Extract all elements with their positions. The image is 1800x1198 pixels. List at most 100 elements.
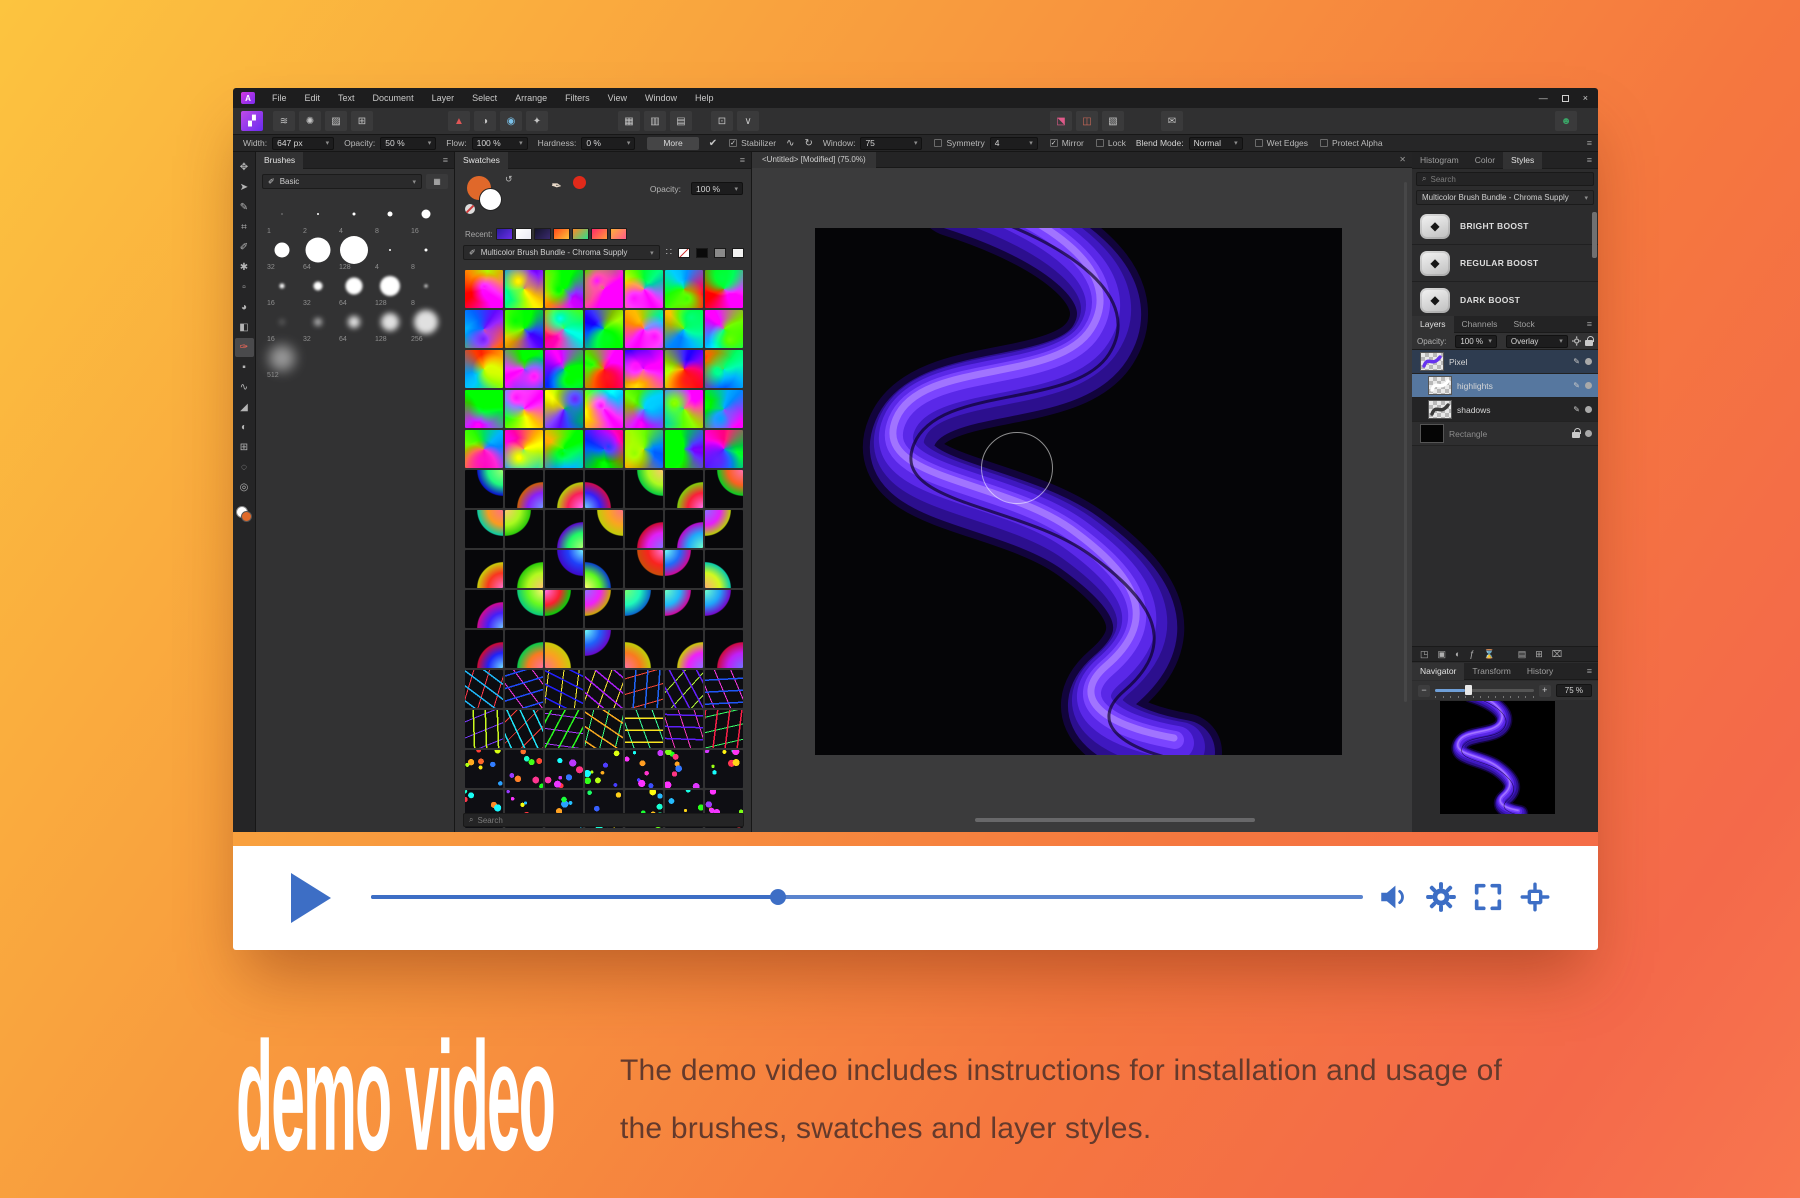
brush-item[interactable]: 64 [336,272,372,308]
view-hand-tool[interactable]: ✥ [235,158,254,177]
maximize-button[interactable] [1562,95,1569,102]
tab-color[interactable]: Color [1467,152,1503,169]
brush-swatch-thumbnail[interactable] [625,270,663,308]
brush-swatch-thumbnail[interactable] [585,670,623,708]
brushes-panel-menu-icon[interactable]: ≡ [443,155,454,165]
brush-swatch-thumbnail[interactable] [465,510,503,548]
brush-item[interactable] [372,344,408,380]
swatch-search-input[interactable] [477,816,738,825]
swatch-view-grid-icon[interactable]: ∷ [666,247,672,258]
style-item[interactable]: ◆BRIGHT BOOST [1412,208,1598,245]
snap-object-icon[interactable]: ▤ [670,111,692,131]
mask-icon[interactable]: ▣ [1438,649,1447,660]
brush-item[interactable]: 128 [372,308,408,344]
vector-brush-tool[interactable]: ✐ [235,238,254,257]
brush-swatch-thumbnail[interactable] [625,750,663,788]
brush-swatch-thumbnail[interactable] [585,310,623,348]
navigator-preview[interactable] [1440,701,1555,814]
tab-styles[interactable]: Styles [1503,152,1542,169]
export-icon[interactable]: ⊞ [351,111,373,131]
brush-swatch-thumbnail[interactable] [665,630,703,668]
brush-item[interactable]: 256 [408,308,444,344]
brush-swatch-thumbnail[interactable] [545,630,583,668]
paint-brush-tool[interactable]: ✑ [235,338,254,357]
protect-alpha-checkbox[interactable] [1320,139,1328,147]
brush-swatch-thumbnail[interactable] [705,510,743,548]
brush-swatch-thumbnail[interactable] [505,630,543,668]
color-selector[interactable]: ↺ [465,174,525,218]
canvas-area[interactable]: <Untitled> [Modified] (75.0%) ✕ [752,152,1412,832]
comment-bubble-icon[interactable]: ✉ [1161,111,1183,131]
nav-tabs-menu-icon[interactable]: ≡ [1587,666,1598,676]
crop-tool[interactable]: ⌗ [235,218,254,237]
brush-swatch-thumbnail[interactable] [705,470,743,508]
brush-swatch-thumbnail[interactable] [545,430,583,468]
brush-swatch-thumbnail[interactable] [465,390,503,428]
recent-swatch[interactable] [534,228,551,240]
brush-swatch-thumbnail[interactable] [545,750,583,788]
brush-item[interactable]: 64 [300,236,336,272]
brush-swatch-thumbnail[interactable] [505,390,543,428]
brush-item[interactable]: 512 [264,344,300,380]
styles-scrollbar[interactable] [1592,212,1597,258]
brush-item[interactable]: 64 [336,308,372,344]
color-picker-tool[interactable]: ✎ [235,198,254,217]
menu-filters[interactable]: Filters [556,88,599,108]
recent-swatch[interactable] [610,228,627,240]
live-filter-icon[interactable]: ⌛ [1483,649,1494,660]
horizontal-scrollbar[interactable] [975,818,1255,822]
white-swatch[interactable] [732,248,744,258]
brush-swatch-thumbnail[interactable] [545,310,583,348]
layer-row[interactable]: Rectangle [1412,422,1598,446]
brush-swatch-thumbnail[interactable] [665,670,703,708]
tab-histogram[interactable]: Histogram [1412,152,1467,169]
brush-swatch-thumbnail[interactable] [665,510,703,548]
menu-document[interactable]: Document [364,88,423,108]
brush-swatch-thumbnail[interactable] [625,670,663,708]
recent-swatch[interactable] [515,228,532,240]
brush-swatch-thumbnail[interactable] [545,670,583,708]
recent-swatch[interactable] [591,228,608,240]
brush-swatch-thumbnail[interactable] [625,470,663,508]
width-input[interactable]: 647 px▾ [272,137,334,150]
brush-swatch-thumbnail[interactable] [705,670,743,708]
hardness-input[interactable]: 0 %▾ [581,137,635,150]
mirror-checkbox[interactable]: ✓ [1050,139,1058,147]
menu-select[interactable]: Select [463,88,506,108]
erase-tool[interactable]: ◢ [235,398,254,417]
lock-checkbox[interactable] [1096,139,1104,147]
layer-row[interactable]: highlights✎ [1412,374,1598,398]
tab-swatches[interactable]: Swatches [455,152,508,169]
visibility-dot-icon[interactable] [1585,430,1592,437]
brush-swatch-thumbnail[interactable] [665,470,703,508]
lighting-icon[interactable]: ✺ [299,111,321,131]
rope-stabilizer-icon[interactable]: ∿ [786,138,794,149]
brush-swatch-thumbnail[interactable] [705,550,743,588]
brush-swatch-thumbnail[interactable] [665,390,703,428]
brush-swatch-thumbnail[interactable] [465,430,503,468]
brush-swatch-thumbnail[interactable] [505,510,543,548]
swap-colors-icon[interactable]: ↺ [505,174,513,185]
brush-swatch-thumbnail[interactable] [545,550,583,588]
brush-swatch-thumbnail[interactable] [585,590,623,628]
snap-grid-icon[interactable]: ▦ [618,111,640,131]
menu-layer[interactable]: Layer [423,88,464,108]
brush-item[interactable]: 32 [300,272,336,308]
artboard[interactable] [815,228,1342,755]
black-swatch[interactable] [696,248,708,258]
brush-swatch-thumbnail[interactable] [505,350,543,388]
secondary-color-swatch[interactable] [479,188,502,211]
brush-swatch-thumbnail[interactable] [545,390,583,428]
recent-swatch[interactable] [496,228,513,240]
brush-swatch-thumbnail[interactable] [625,550,663,588]
fx-icon[interactable]: ƒ [1469,649,1474,659]
brush-swatch-thumbnail[interactable] [505,470,543,508]
brush-swatch-thumbnail[interactable] [625,710,663,748]
play-button[interactable] [291,873,331,923]
brush-swatch-thumbnail[interactable] [465,310,503,348]
brush-swatch-thumbnail[interactable] [545,470,583,508]
brush-swatch-thumbnail[interactable] [585,470,623,508]
close-button[interactable]: × [1583,93,1588,103]
styles-search-input[interactable] [1430,175,1588,184]
brush-swatch-thumbnail[interactable] [585,550,623,588]
